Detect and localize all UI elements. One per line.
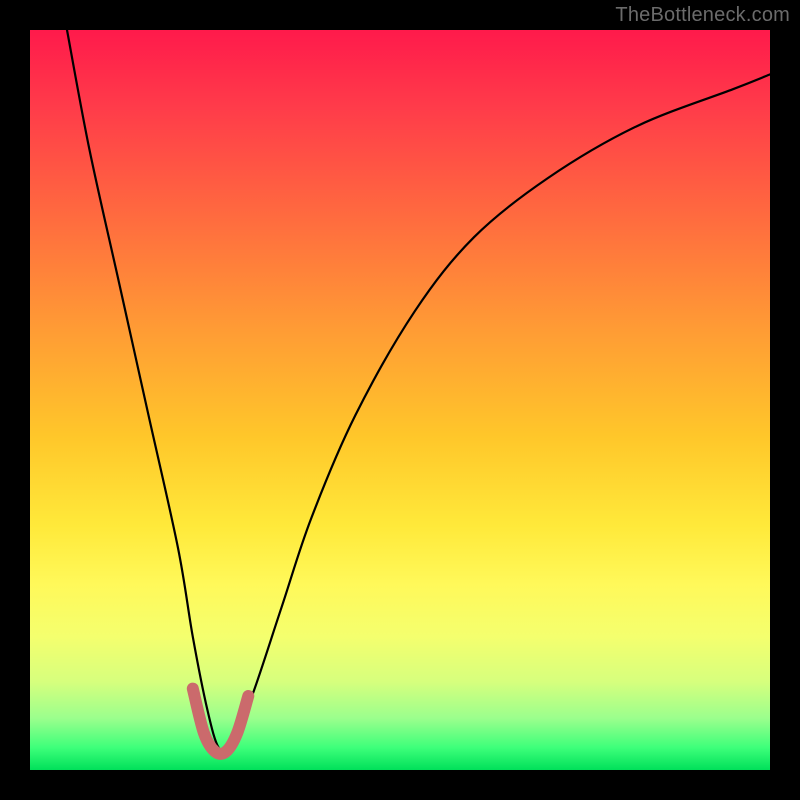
- plot-area: [30, 30, 770, 770]
- curve-layer: [30, 30, 770, 770]
- watermark-text: TheBottleneck.com: [615, 4, 790, 27]
- valley-highlight-path: [193, 689, 249, 754]
- bottleneck-curve-path: [67, 30, 770, 753]
- chart-frame: TheBottleneck.com: [0, 0, 800, 800]
